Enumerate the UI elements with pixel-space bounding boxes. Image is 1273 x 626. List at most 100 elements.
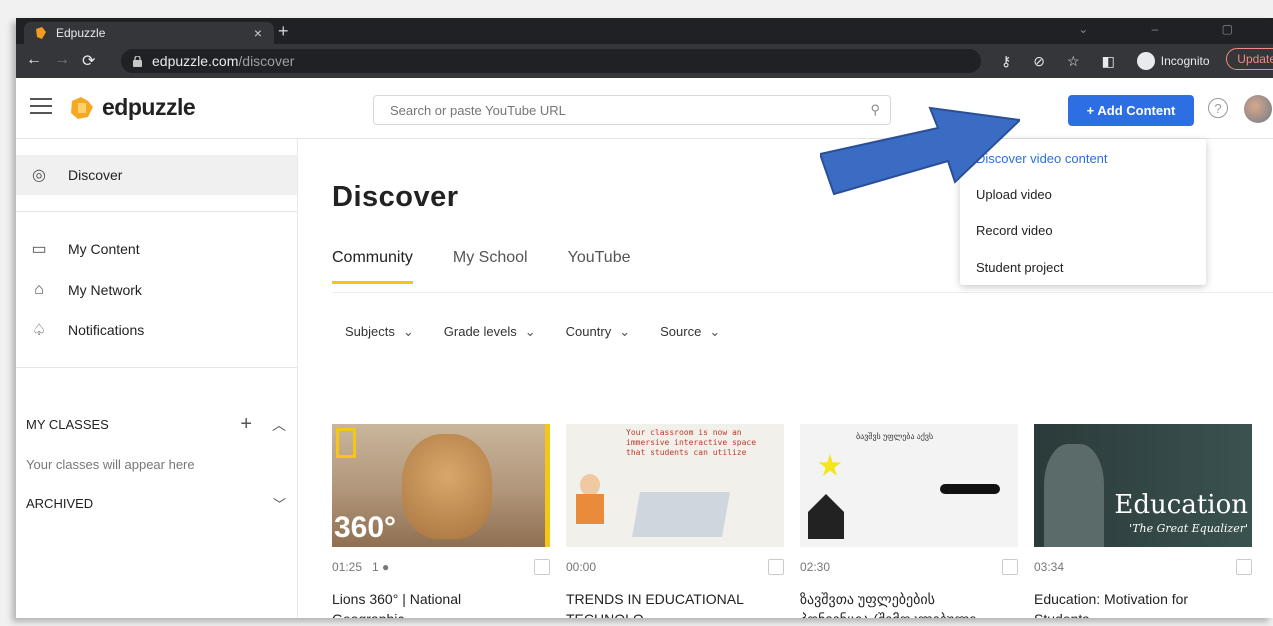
star-icon[interactable]: ☆ bbox=[1067, 53, 1080, 70]
card-title-line: ზავშვთა უფლებების bbox=[800, 591, 935, 607]
search-input[interactable] bbox=[388, 101, 871, 119]
avatar[interactable] bbox=[1244, 95, 1272, 123]
omnibox[interactable]: edpuzzle.com/discover bbox=[121, 49, 981, 73]
puzzle-logo-icon bbox=[71, 96, 93, 119]
chevron-down-icon[interactable]: ﹀ bbox=[273, 494, 286, 513]
video-card[interactable]: ბავშვს უფლება აქვს 02:30 ზავშვთა უფლებებ… bbox=[800, 424, 1018, 618]
select-checkbox[interactable] bbox=[1236, 559, 1252, 575]
video-thumbnail[interactable]: Your classroom is now an immersive inter… bbox=[566, 424, 784, 547]
chevron-down-icon: ⌄ bbox=[402, 324, 414, 339]
card-title-line: TECHNOLO... bbox=[566, 609, 784, 618]
card-title-line: TRENDS IN EDUCATIONAL bbox=[566, 591, 744, 607]
browser-tab[interactable]: Edpuzzle × bbox=[24, 22, 274, 44]
tab-strip: Edpuzzle × + ⌄ – ▢ bbox=[16, 18, 1273, 44]
sidebar-item-discover[interactable]: ◎ Discover bbox=[16, 155, 297, 195]
archived-label: ARCHIVED bbox=[26, 496, 94, 511]
sidebar-item-notifications[interactable]: ♤ Notifications bbox=[16, 310, 297, 350]
my-classes-header: MY CLASSES + ︿ bbox=[26, 413, 286, 436]
edpuzzle-logo[interactable]: edpuzzle bbox=[68, 94, 196, 121]
classes-empty-text: Your classes will appear here bbox=[26, 457, 195, 472]
dropdown-item-student-project[interactable]: Student project bbox=[976, 260, 1063, 275]
sidepanel-icon[interactable]: ◧ bbox=[1102, 53, 1115, 70]
new-tab-button[interactable]: + bbox=[278, 21, 289, 42]
question-count: 1 ● bbox=[372, 560, 390, 574]
sidebar-item-label: My Content bbox=[68, 241, 140, 257]
select-checkbox[interactable] bbox=[534, 559, 550, 575]
filter-subjects[interactable]: Subjects ⌄ bbox=[345, 324, 414, 340]
thumb-text: Education bbox=[1114, 490, 1248, 520]
card-meta: 00:00 bbox=[566, 557, 784, 577]
incognito-indicator[interactable]: Incognito bbox=[1136, 52, 1232, 70]
tab-my-school[interactable]: My School bbox=[453, 249, 528, 284]
video-card[interactable]: Education 'The Great Equalizer' 03:34 Ed… bbox=[1034, 424, 1252, 618]
select-checkbox[interactable] bbox=[768, 559, 784, 575]
figure-body bbox=[576, 494, 604, 524]
archived-section[interactable]: ARCHIVED ﹀ bbox=[26, 494, 286, 513]
card-title-line: Education: Motivation for bbox=[1034, 591, 1189, 607]
update-button[interactable]: Update bbox=[1226, 48, 1273, 70]
lion-image bbox=[402, 434, 492, 539]
card-title[interactable]: Education: Motivation for Students bbox=[1034, 589, 1252, 618]
forward-icon[interactable]: → bbox=[54, 51, 70, 69]
chevron-down-icon: ⌄ bbox=[524, 324, 536, 339]
dropdown-item-record-video[interactable]: Record video bbox=[976, 223, 1053, 238]
tab-close-icon[interactable]: × bbox=[254, 25, 262, 41]
card-meta: 02:30 bbox=[800, 557, 1018, 577]
duration: 03:34 bbox=[1034, 560, 1065, 574]
window-controls[interactable]: ⌄ – ▢ bbox=[1078, 22, 1263, 36]
card-title[interactable]: Lions 360° | National Geographic bbox=[332, 589, 550, 618]
sidebar-item-my-network[interactable]: ⌂ My Network bbox=[16, 270, 297, 310]
filter-label: Grade levels bbox=[443, 324, 517, 339]
annotation-arrow-icon bbox=[820, 106, 1020, 196]
app-header: edpuzzle ⚲ + Add Content ? bbox=[16, 78, 1273, 139]
logo-text: edpuzzle bbox=[102, 94, 196, 120]
duration: 01:25 bbox=[332, 560, 363, 574]
video-thumbnail[interactable]: ბავშვს უფლება აქვს bbox=[800, 424, 1018, 547]
browser-window: Edpuzzle × + ⌄ – ▢ ← → ⟳ edpuzzle.com/di… bbox=[16, 18, 1273, 618]
filter-country[interactable]: Country ⌄ bbox=[566, 324, 630, 340]
my-classes-label: MY CLASSES bbox=[26, 417, 109, 432]
yellow-border bbox=[545, 424, 550, 547]
card-title-line: Students bbox=[1034, 609, 1252, 618]
student-image bbox=[1044, 444, 1104, 547]
tab-youtube[interactable]: YouTube bbox=[568, 249, 631, 284]
url-host: edpuzzle.com bbox=[152, 53, 239, 69]
url-text: edpuzzle.com/discover bbox=[152, 53, 294, 69]
video-card[interactable]: 360° 01:25 1 ● Lions 360° | National Geo… bbox=[332, 424, 550, 618]
help-icon[interactable]: ? bbox=[1208, 98, 1228, 118]
search-box[interactable]: ⚲ bbox=[373, 95, 891, 125]
filter-label: Subjects bbox=[345, 324, 395, 339]
key-icon[interactable]: ⚷ bbox=[1001, 53, 1011, 70]
video-card[interactable]: Your classroom is now an immersive inter… bbox=[566, 424, 784, 618]
add-content-button[interactable]: + Add Content bbox=[1068, 95, 1194, 126]
collapse-icon[interactable]: ︿ bbox=[272, 415, 286, 435]
sidebar-item-my-content[interactable]: ▭ My Content bbox=[16, 229, 297, 269]
hamburger-menu-icon[interactable] bbox=[30, 98, 52, 119]
eye-off-icon[interactable]: ⊘ bbox=[1033, 53, 1045, 70]
select-checkbox[interactable] bbox=[1002, 559, 1018, 575]
thumb-text: 360° bbox=[334, 511, 397, 544]
card-title[interactable]: TRENDS IN EDUCATIONAL TECHNOLO... bbox=[566, 589, 784, 618]
video-thumbnail[interactable]: 360° bbox=[332, 424, 550, 547]
sidebar-divider bbox=[16, 367, 297, 368]
tab-title: Edpuzzle bbox=[56, 26, 106, 40]
thumb-text: Your classroom is now an immersive inter… bbox=[626, 428, 757, 457]
thumb-text: ბავშვს უფლება აქვს bbox=[856, 432, 934, 441]
card-title-line: პონვენცია (შემოკლებული bbox=[800, 609, 1018, 618]
incognito-label: Incognito bbox=[1160, 54, 1210, 68]
reload-icon[interactable]: ⟳ bbox=[82, 51, 95, 71]
card-title[interactable]: ზავშვთა უფლებების პონვენცია (შემოკლებული bbox=[800, 589, 1018, 618]
filter-source[interactable]: Source ⌄ bbox=[660, 324, 720, 340]
back-icon[interactable]: ← bbox=[26, 51, 42, 69]
incognito-icon bbox=[1136, 52, 1155, 70]
url-path: /discover bbox=[238, 53, 295, 69]
filter-grade-levels[interactable]: Grade levels ⌄ bbox=[444, 324, 536, 340]
add-class-icon[interactable]: + bbox=[240, 413, 252, 436]
address-bar-row: ← → ⟳ edpuzzle.com/discover ⚷ ⊘ ☆ ◧ Inco… bbox=[16, 44, 1273, 78]
video-thumbnail[interactable]: Education 'The Great Equalizer' bbox=[1034, 424, 1252, 547]
page-title: Discover bbox=[332, 181, 459, 213]
sidebar: ◎ Discover ▭ My Content ⌂ My Network ♤ N… bbox=[16, 139, 298, 618]
tabs-divider bbox=[332, 292, 1273, 293]
chevron-down-icon: ⌄ bbox=[619, 324, 631, 339]
tab-community[interactable]: Community bbox=[332, 249, 413, 284]
